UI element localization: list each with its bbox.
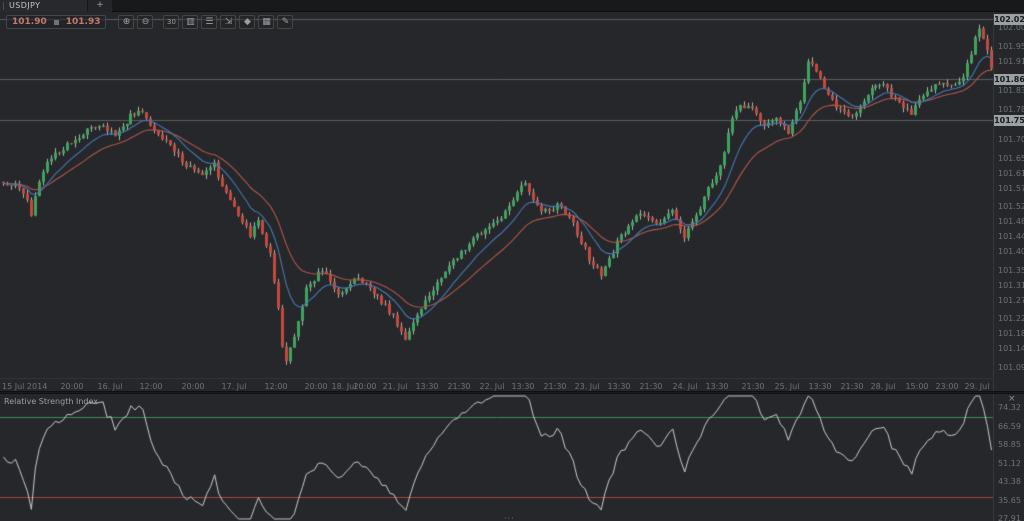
time-tick-label: 21:30 [840, 382, 863, 391]
price-tick-label: 101.44 [998, 232, 1024, 241]
time-tick-label: 16. Jul [98, 382, 123, 391]
price-tick-label: 101.61 [998, 169, 1024, 178]
time-tick-label: 25. Jul [775, 382, 800, 391]
tag-icon[interactable]: ◆ [239, 15, 255, 29]
price-tick-label: 101.48 [998, 217, 1024, 226]
price-axis[interactable]: 102.00101.95101.91101.83101.78101.70101.… [993, 12, 1024, 391]
time-tick-label: 13:30 [808, 382, 831, 391]
time-tick-label: 28. Jul [871, 382, 896, 391]
expand-icon[interactable]: ⇲ [220, 15, 236, 29]
time-tick-label: 20:00 [181, 382, 204, 391]
tab-label: USDJPY [9, 1, 40, 10]
price-tick-label: 101.22 [998, 314, 1024, 323]
bottom-drag-handle-icon[interactable]: ··· [504, 517, 515, 521]
rsi-indicator-canvas[interactable] [0, 394, 993, 521]
time-tick-label: 17. Jul [222, 382, 247, 391]
rsi-tick-label: 51.12 [998, 459, 1021, 468]
rsi-axis: 74.32 66.59 58.85 51.12 43.38 35.65 27.91 [993, 394, 1024, 521]
time-tick-label: 15:00 [905, 382, 928, 391]
trading-app-window: USDJPY + 101.90 101.93 ⊕⊖ 30▥☰⇲◆▦✎ 15 Jul… [0, 0, 1024, 521]
chart-toolbar: 101.90 101.93 ⊕⊖ 30▥☰⇲◆▦✎ [6, 15, 296, 29]
rsi-tick-label: 43.38 [998, 477, 1021, 486]
zoom-out-icon[interactable]: ⊖ [137, 15, 153, 29]
time-tick-label: 12:00 [139, 382, 162, 391]
rsi-tick-label: 66.59 [998, 422, 1021, 431]
new-tab-button[interactable]: + [87, 0, 112, 12]
price-tick-label: 101.40 [998, 247, 1024, 256]
price-tick-label: 101.57 [998, 184, 1024, 193]
price-marker-label: 101.75 [994, 115, 1024, 126]
new-panel-icon[interactable]: ▦ [258, 15, 274, 29]
time-tick-label: 21:30 [447, 382, 470, 391]
price-tick-label: 101.27 [998, 296, 1024, 305]
time-tick-label: 24. Jul [673, 382, 698, 391]
quote-display: 101.90 101.93 [6, 15, 106, 29]
rsi-close-button[interactable]: × [1008, 395, 1016, 404]
ask-price: 101.93 [66, 17, 101, 27]
price-marker-label: 102.02 [994, 14, 1024, 25]
price-tick-label: 101.78 [998, 105, 1024, 114]
time-axis: 15 Jul 2014 20:00 16. Jul 12:00 20:00 17. Jul… [0, 378, 993, 391]
price-tick-label: 101.09 [998, 363, 1024, 372]
price-tick-label: 101.95 [998, 42, 1024, 51]
time-tick-label: 13:30 [705, 382, 728, 391]
price-tick-label: 101.14 [998, 344, 1024, 353]
rsi-tick-label: 35.65 [998, 496, 1021, 505]
rsi-tick-label: 58.85 [998, 440, 1021, 449]
time-tick-label: 13:30 [607, 382, 630, 391]
time-tick-label: 13:30 [415, 382, 438, 391]
rsi-tick-label: 74.32 [998, 403, 1021, 412]
time-tick-label: 23:00 [935, 382, 958, 391]
rsi-tick-label: 27.91 [998, 514, 1021, 521]
price-tick-label: 101.18 [998, 329, 1024, 338]
tab-grip-icon [3, 2, 4, 10]
time-tick-label: 29. Jul [965, 382, 990, 391]
time-tick-label: 23. Jul [575, 382, 600, 391]
time-tick-label: 20:00 [60, 382, 83, 391]
price-tick-label: 101.35 [998, 266, 1024, 275]
price-tick-label: 101.65 [998, 154, 1024, 163]
chart-type-icon[interactable]: ▥ [182, 15, 198, 29]
time-tick-label: 15 Jul 2014 [2, 382, 47, 391]
time-tick-label: 21. Jul [383, 382, 408, 391]
time-tick-label: 12:00 [264, 382, 287, 391]
price-marker-label: 101.86 [994, 74, 1024, 85]
price-tick-label: 101.31 [998, 281, 1024, 290]
draw-icon[interactable]: ✎ [277, 15, 293, 29]
time-tick-label: 21:30 [543, 382, 566, 391]
zoom-in-icon[interactable]: ⊕ [118, 15, 134, 29]
bid-price: 101.90 [12, 17, 47, 27]
time-tick-label: 20:00 [304, 382, 327, 391]
price-tick-label: 101.83 [998, 86, 1024, 95]
time-tick-label: 21:30 [741, 382, 764, 391]
rsi-panel-title: Relative Strength Index [4, 397, 98, 406]
quote-separator-icon [54, 20, 59, 25]
price-tick-label: 101.52 [998, 202, 1024, 211]
tab-bar: USDJPY + [0, 0, 1024, 12]
time-tick-label: 20:00 [353, 382, 376, 391]
price-tick-label: 101.70 [998, 135, 1024, 144]
indicator-list-icon[interactable]: ☰ [201, 15, 217, 29]
tool-button-bar: ⊕⊖ 30▥☰⇲◆▦✎ [118, 15, 296, 29]
price-tick-label: 101.91 [998, 57, 1024, 66]
price-chart-canvas[interactable] [0, 12, 993, 378]
time-tick-label: 13:30 [511, 382, 534, 391]
time-tick-label: 22. Jul [480, 382, 505, 391]
tab-usdjpy[interactable]: USDJPY [0, 0, 87, 12]
timeframe-30-icon[interactable]: 30 [163, 15, 179, 29]
time-tick-label: 21:30 [639, 382, 662, 391]
